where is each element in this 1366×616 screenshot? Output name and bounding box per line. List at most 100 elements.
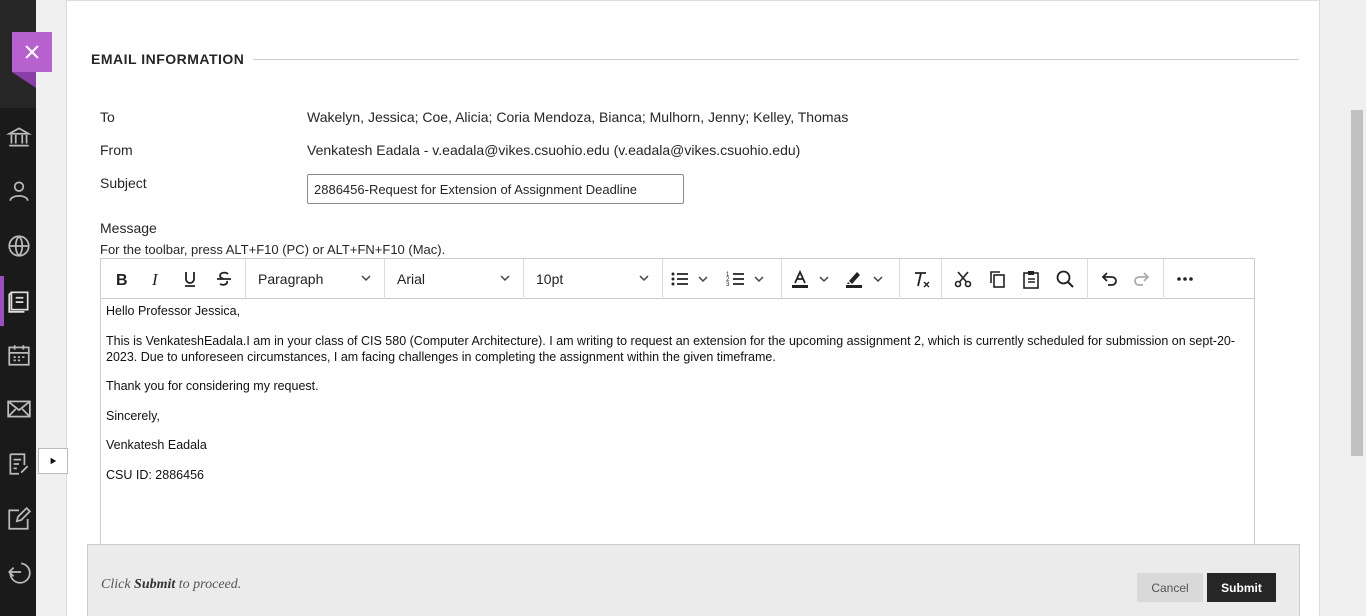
more-icon (1177, 276, 1193, 281)
message-paragraph: This is VenkateshEadala.I am in your cla… (106, 333, 1236, 364)
clear-formatting-icon (914, 271, 929, 287)
svg-text:I: I (151, 270, 159, 289)
globe-icon[interactable] (6, 233, 32, 259)
subject-label: Subject (100, 175, 147, 191)
paste-button[interactable] (1014, 263, 1048, 295)
chevron-down-icon (872, 273, 884, 285)
section-divider (253, 59, 1299, 60)
cancel-button[interactable]: Cancel (1137, 573, 1203, 602)
close-panel-button[interactable] (12, 32, 52, 72)
clear-formatting-button[interactable] (904, 263, 937, 295)
active-indicator (0, 276, 4, 326)
message-paragraph: Hello Professor Jessica, (106, 304, 241, 318)
font-family-select[interactable]: Arial (385, 258, 524, 299)
font-size-select[interactable]: 10pt (524, 258, 663, 299)
message-body[interactable]: Hello Professor Jessica, This is Venkate… (106, 303, 1246, 496)
clear-format-group (900, 258, 942, 299)
play-arrow-icon (50, 457, 57, 465)
strikethrough-button[interactable] (207, 263, 241, 295)
strikethrough-icon (217, 271, 231, 286)
submit-hint: Click Submit to proceed. (101, 577, 241, 593)
message-editor[interactable]: B I Paragraph Arial 10pt 1 2 3 Hello Pro… (100, 258, 1255, 558)
email-panel: EMAIL INFORMATION To Wakelyn, Jessica; C… (66, 0, 1320, 616)
message-paragraph: Thank you for considering my request. (106, 379, 319, 393)
profile-icon[interactable] (6, 178, 32, 204)
from-value: Venkatesh Eadala - v.eadala@vikes.csuohi… (307, 142, 801, 158)
undo-button[interactable] (1092, 263, 1126, 295)
clipboard-group (942, 258, 1088, 299)
block-format-select[interactable]: Paragraph (246, 258, 385, 299)
chevron-down-icon (818, 273, 830, 285)
calendar-icon[interactable] (6, 342, 32, 368)
cut-button[interactable] (946, 263, 980, 295)
color-group (782, 258, 900, 299)
svg-text:3: 3 (726, 282, 730, 288)
svg-text:B: B (116, 272, 128, 289)
cut-icon (954, 270, 972, 287)
section-heading: EMAIL INFORMATION (91, 51, 245, 67)
italic-button[interactable]: I (139, 263, 173, 295)
chevron-down-icon (499, 271, 511, 287)
nav-rail (0, 0, 36, 616)
copy-button[interactable] (980, 263, 1014, 295)
italic-icon: I (151, 270, 159, 289)
chevron-down-icon (638, 271, 650, 287)
expand-menu-button[interactable] (38, 448, 68, 474)
bullet-list-icon (671, 272, 688, 285)
scrollbar-thumb[interactable] (1351, 110, 1363, 456)
edit-icon[interactable] (6, 506, 32, 532)
editor-toolbar: B I Paragraph Arial 10pt 1 2 3 (101, 258, 1254, 299)
undo-icon (1101, 271, 1117, 286)
block-format-value: Paragraph (258, 270, 324, 287)
submit-hint-bold: Submit (134, 577, 176, 592)
toolbar-hint: For the toolbar, press ALT+F10 (PC) or A… (100, 242, 446, 257)
grades-icon[interactable] (6, 451, 32, 477)
sign-out-icon[interactable] (6, 559, 32, 585)
bold-button[interactable]: B (105, 263, 139, 295)
find-button[interactable] (1048, 263, 1082, 295)
numbered-list-button[interactable]: 123 (723, 263, 765, 295)
redo-icon (1134, 271, 1150, 286)
submit-hint-prefix: Click (101, 577, 131, 592)
numbered-list-icon: 123 (726, 272, 744, 288)
from-label: From (100, 142, 133, 158)
font-family-value: Arial (397, 270, 426, 287)
more-options-button[interactable] (1168, 263, 1202, 295)
to-label: To (100, 109, 115, 125)
text-color-button[interactable] (786, 263, 830, 295)
close-icon (25, 45, 39, 59)
to-recipients: Wakelyn, Jessica; Coe, Alicia; Coria Men… (307, 109, 849, 125)
submit-button[interactable]: Submit (1207, 573, 1276, 602)
courses-icon[interactable] (6, 288, 32, 314)
underline-button[interactable] (173, 263, 207, 295)
submit-bar: Click Submit to proceed. Cancel Submit (87, 544, 1300, 616)
subject-input[interactable] (307, 174, 684, 204)
institution-icon[interactable] (6, 124, 32, 150)
message-paragraph: CSU ID: 2886456 (106, 467, 204, 482)
message-paragraph: Venkatesh Eadala (106, 438, 207, 452)
chevron-down-icon (360, 271, 372, 287)
submit-hint-suffix: to proceed. (178, 577, 242, 592)
search-icon (1056, 270, 1074, 288)
paste-icon (1023, 270, 1039, 289)
list-group: 123 (663, 258, 782, 299)
bold-icon: B (116, 272, 128, 289)
message-paragraph: Sincerely, (106, 408, 160, 423)
chevron-down-icon (697, 273, 709, 285)
chevron-down-icon (753, 273, 765, 285)
highlight-icon (846, 271, 862, 288)
more-group (1164, 259, 1206, 299)
message-label: Message (100, 220, 157, 236)
page-scrollbar[interactable] (1348, 0, 1366, 616)
bullet-list-button[interactable] (667, 263, 709, 295)
messages-icon[interactable] (6, 396, 32, 422)
close-tab-fold (12, 72, 36, 88)
copy-icon (990, 270, 1005, 288)
highlight-button[interactable] (840, 263, 884, 295)
history-group (1088, 258, 1164, 299)
font-size-value: 10pt (536, 270, 564, 287)
underline-icon (185, 271, 195, 287)
text-color-icon (792, 269, 808, 288)
redo-button[interactable] (1126, 263, 1160, 295)
text-style-group: B I (101, 258, 246, 299)
